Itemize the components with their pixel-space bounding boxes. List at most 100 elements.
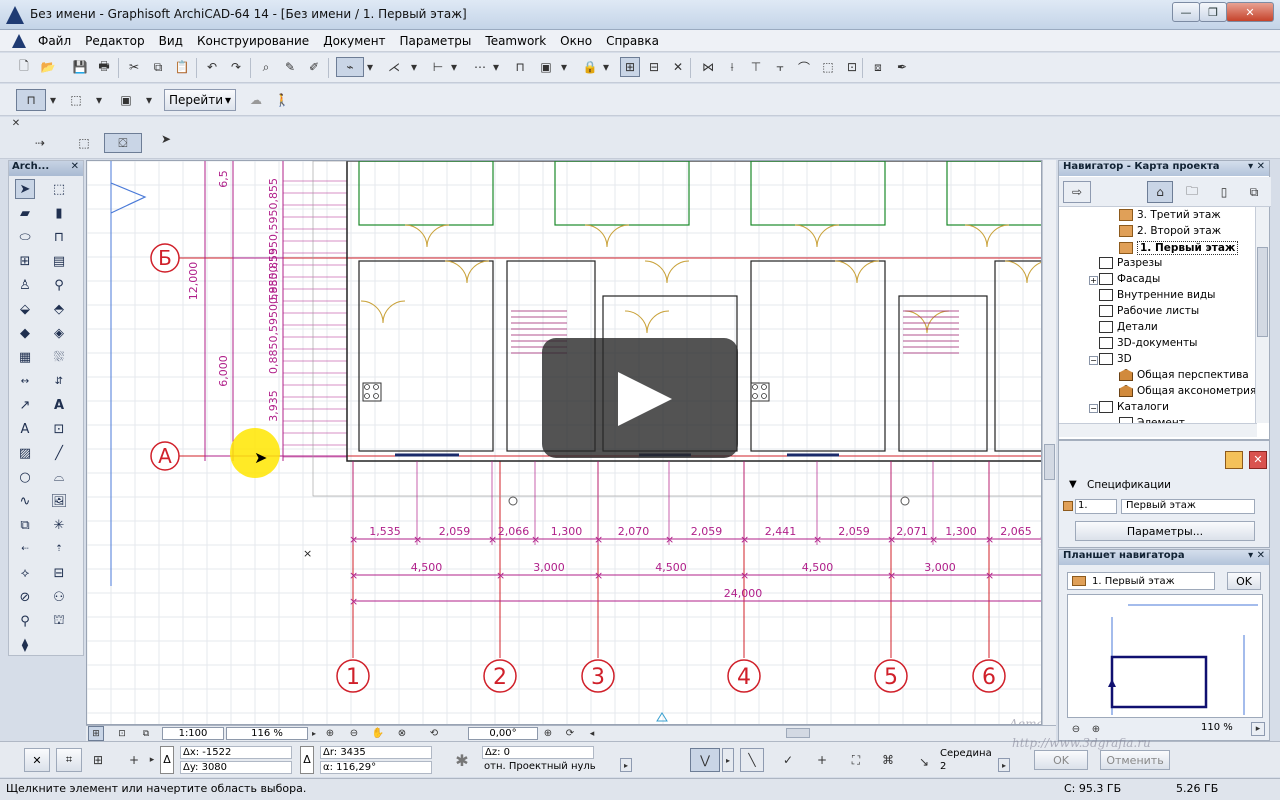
goto-dropdown[interactable]: Перейти ▾ — [164, 89, 236, 111]
window-tool-icon[interactable]: ⊞ — [15, 251, 35, 271]
find-select-icon[interactable]: ⌕ — [256, 57, 276, 77]
stair-tool-icon[interactable]: ▤ — [49, 251, 69, 271]
marquee-tool-icon[interactable]: ⬚ — [49, 179, 69, 199]
zoom-icon[interactable]: ⊕ — [540, 726, 556, 741]
beam-tool-icon[interactable]: ⬭ — [15, 227, 35, 247]
coord-lock-icon[interactable]: Δ — [160, 746, 174, 774]
scrollbar-thumb[interactable] — [1044, 444, 1055, 480]
orbit-icon[interactable]: ☁ — [246, 90, 266, 110]
dropdown-arrow-icon[interactable]: ▾ — [46, 89, 60, 111]
dimension-tool-icon[interactable]: ↔ — [15, 371, 35, 391]
delta-z-field[interactable]: Δz: 0 — [482, 746, 594, 759]
split-icon[interactable]: ⋈ — [698, 57, 718, 77]
trace-icon[interactable]: ⋌ — [380, 57, 408, 77]
camera-tool-icon[interactable]: ⚇ — [49, 587, 69, 607]
zoom-menu-arrow-icon[interactable]: ▸ — [1251, 722, 1265, 736]
menu-options[interactable]: Параметры — [400, 34, 472, 48]
story-name-field[interactable]: Первый этаж — [1121, 499, 1255, 514]
fillet-icon[interactable]: ⌒ — [794, 57, 814, 77]
dropdown-arrow-icon[interactable]: ▾ — [490, 57, 502, 77]
navigator-hscroll[interactable] — [1059, 423, 1257, 437]
check-icon[interactable]: ✓ — [778, 750, 798, 770]
door-tool-icon[interactable]: ⊓ — [49, 227, 69, 247]
preview-thumbnail[interactable] — [1067, 594, 1263, 718]
shell-tool-icon[interactable]: ◆ — [15, 323, 35, 343]
text-tool-icon[interactable]: A — [49, 395, 69, 415]
angle-field[interactable]: 0,00° — [468, 727, 538, 740]
dropdown-arrow-icon[interactable]: ▾ — [142, 90, 156, 110]
menu-file[interactable]: Файл — [38, 34, 71, 48]
panel-menu-icon[interactable]: ▾ ✕ — [1248, 161, 1265, 172]
tree-expander-icon[interactable]: − — [1089, 404, 1098, 413]
dropdown-arrow-icon[interactable]: ▾ — [364, 57, 376, 77]
pen-icon[interactable]: ✒ — [892, 57, 912, 77]
figure-tool-icon[interactable]: 🖼 — [49, 491, 69, 511]
delta-x-field[interactable]: Δx: -1522 — [180, 746, 292, 759]
arrow-pressed-icon[interactable]: ⛋ — [104, 133, 142, 153]
geometry-method-icon[interactable]: ⌗ — [56, 748, 82, 772]
drawing-tool-icon[interactable]: ⧉ — [15, 515, 35, 535]
zoom-in-icon[interactable]: ⊕ — [322, 726, 338, 741]
delta-y-field[interactable]: Δy: 3080 — [180, 761, 292, 774]
lamp-tool-icon[interactable]: ⚲ — [49, 275, 69, 295]
menu-edit[interactable]: Редактор — [85, 34, 144, 48]
polar-lock-icon[interactable]: Δ — [300, 746, 314, 774]
level-dim-icon[interactable]: ⇵ — [49, 371, 69, 391]
midpoint-icon[interactable]: ↘ — [914, 752, 934, 772]
document-icon[interactable] — [12, 34, 26, 48]
dropdown-arrow-icon[interactable]: ▾ — [92, 90, 106, 110]
publisher-icon[interactable]: ⧉ — [1241, 181, 1267, 203]
tree-item[interactable]: 2. Второй этаж — [1119, 225, 1221, 237]
distribute-icon[interactable]: ⋯ — [470, 57, 490, 77]
walk-icon[interactable]: 🚶 — [272, 90, 292, 110]
wall-tool-icon[interactable]: ▰ — [15, 203, 35, 223]
paste-icon[interactable]: 📋 — [172, 57, 192, 77]
tree-item[interactable]: Рабочие листы — [1099, 305, 1199, 317]
tree-item[interactable]: Общая аксонометрия — [1119, 385, 1256, 397]
resize-icon[interactable]: ⬚ — [818, 57, 838, 77]
chevron-down-icon[interactable]: ▼ — [1069, 479, 1077, 490]
menu-document[interactable]: Документ — [323, 34, 385, 48]
tree-item[interactable]: 3. Третий этаж — [1119, 209, 1221, 221]
spline-tool-icon[interactable]: ∿ — [15, 491, 35, 511]
close-x-icon[interactable]: ✕ — [24, 748, 50, 772]
circle-tool-icon[interactable]: ○ — [15, 467, 35, 487]
grid-icon[interactable]: ⊞ — [88, 750, 108, 770]
tree-item[interactable]: Разрезы — [1099, 257, 1162, 269]
vertical-scrollbar[interactable] — [1042, 160, 1056, 725]
minimize-button[interactable]: — — [1172, 2, 1200, 22]
close-x-icon[interactable]: ✕ — [668, 57, 688, 77]
dropdown-arrow-icon[interactable]: ▾ — [408, 57, 420, 77]
interior-elev-icon[interactable]: ⟡ — [15, 563, 35, 583]
add-icon[interactable]: + — [124, 750, 144, 770]
worksheet-tool-icon[interactable]: ⊟ — [49, 563, 69, 583]
undo-icon[interactable]: ↶ — [202, 57, 222, 77]
tree-item[interactable]: Детали — [1099, 321, 1158, 333]
object-tool-icon[interactable]: ⛫ — [49, 611, 69, 631]
label-tool-icon[interactable]: A — [15, 419, 35, 439]
save-icon[interactable]: 💾 — [70, 57, 90, 77]
tree-item[interactable]: 1. Первый этаж — [1119, 241, 1239, 255]
tree-item[interactable]: Общая перспектива — [1119, 369, 1249, 381]
layout-book-icon[interactable]: ▯ — [1211, 181, 1237, 203]
grid-display-icon[interactable]: ⊟ — [644, 57, 664, 77]
navigator-mode-icon[interactable]: ⇨ — [1063, 181, 1091, 203]
tree-item[interactable]: 3D-документы — [1099, 337, 1197, 349]
angle-field[interactable]: α: 116,29° — [320, 761, 432, 774]
floor-plan-icon[interactable]: ⊓ — [16, 89, 46, 111]
tree-expander-icon[interactable]: − — [1089, 356, 1098, 365]
story-number-field[interactable]: 1. — [1075, 499, 1117, 514]
menu-design[interactable]: Конструирование — [197, 34, 309, 48]
pan-icon[interactable]: ✋ — [370, 726, 386, 741]
explode-icon[interactable]: ⊡ — [842, 57, 862, 77]
radial-dim-icon[interactable]: ↗ — [15, 395, 35, 415]
dropdown-arrow-icon[interactable]: ▾ — [600, 57, 612, 77]
close-button[interactable]: ✕ — [1226, 2, 1274, 22]
grid-snap-icon[interactable]: ⊞ — [620, 57, 640, 77]
maximize-button[interactable]: ❐ — [1199, 2, 1227, 22]
preview-ok-button[interactable]: OK — [1227, 572, 1261, 590]
dropdown-arrow-icon[interactable]: ▸ — [620, 758, 632, 772]
delta-r-field[interactable]: Δr: 3435 — [320, 746, 432, 759]
chair-tool-icon[interactable]: ♙ — [15, 275, 35, 295]
new-file-icon[interactable]: 🗋 — [14, 57, 34, 77]
